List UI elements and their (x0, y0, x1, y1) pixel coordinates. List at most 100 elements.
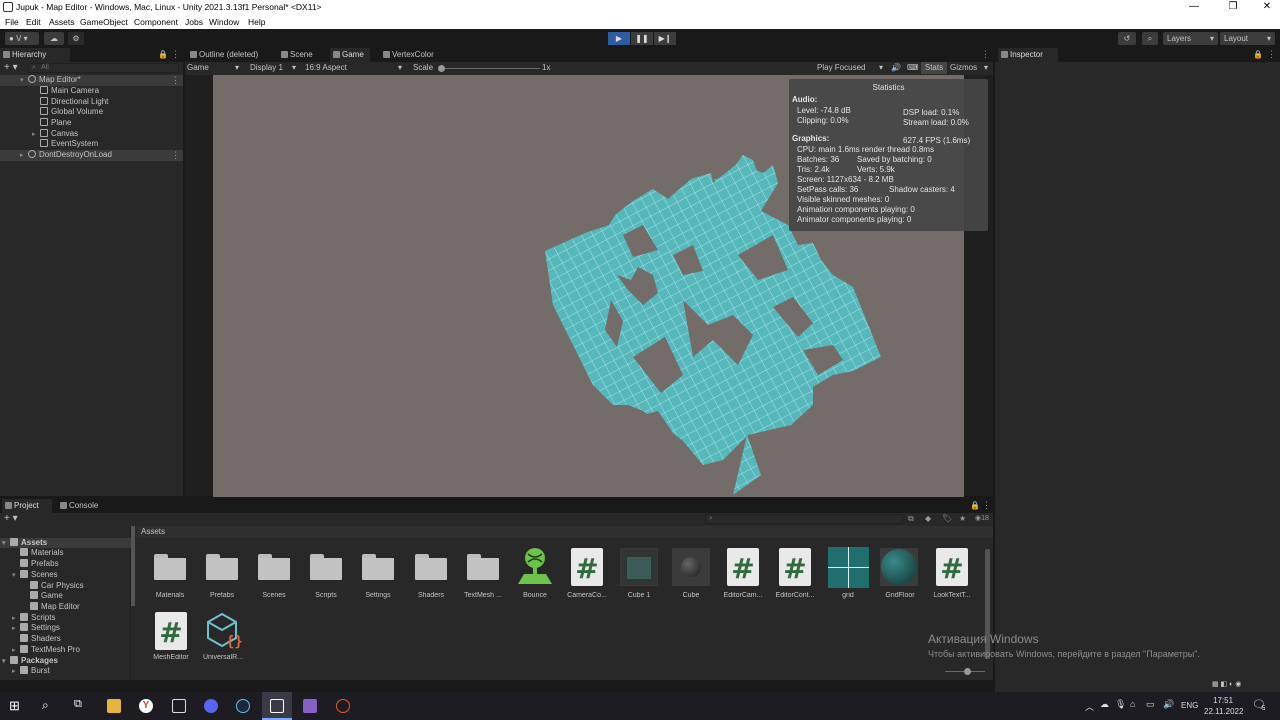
grid-texture-icon[interactable] (828, 547, 869, 588)
render-pipeline-asset-icon[interactable]: {} (204, 610, 246, 650)
menu-dots-icon[interactable]: ⋮ (1267, 49, 1276, 60)
tree-item-car-physics[interactable]: Car Physics (30, 581, 84, 591)
tab-console[interactable]: Console (57, 499, 107, 513)
tab-scene[interactable]: Scene (278, 48, 318, 62)
tag-icon[interactable]: 🏷 (942, 514, 952, 523)
search-icon[interactable]: ⌕ (1142, 32, 1158, 45)
keyboard-icon[interactable]: ⌨ (907, 63, 919, 72)
tab-outline[interactable]: Outline (deleted) (187, 48, 265, 62)
csharp-script-icon[interactable]: # (727, 548, 759, 586)
menu-component[interactable]: Component (134, 17, 178, 27)
hierarchy-item-eventsystem[interactable]: EventSystem (40, 139, 98, 149)
asset-prefabs[interactable] (206, 554, 238, 580)
csharp-script-icon[interactable]: # (779, 548, 811, 586)
expand-arrow-icon[interactable]: ▾ (12, 571, 20, 581)
csharp-script-icon[interactable]: # (936, 548, 968, 586)
tab-hierarchy[interactable]: Hierarchy (0, 48, 70, 62)
play-focused-dropdown[interactable]: Play Focused ▾ (817, 63, 887, 73)
display-dropdown[interactable]: Display 1 ▾ (250, 63, 302, 73)
minimize-icon[interactable]: — (1184, 1, 1204, 12)
tab-game[interactable]: Game (330, 48, 370, 62)
tree-item-assets[interactable]: ▾ Assets (2, 538, 47, 548)
clock-time[interactable]: 17:51 (1213, 696, 1233, 705)
gizmos-dropdown[interactable]: Gizmos ▾ (950, 63, 992, 73)
material-sphere-icon[interactable] (672, 548, 710, 586)
stats-toggle[interactable]: Stats (921, 62, 947, 74)
volume-icon[interactable]: 🔊 (1163, 699, 1174, 710)
hierarchy-item-directional-light[interactable]: Directional Light (40, 97, 108, 107)
lock-icon[interactable]: 🔒 (970, 501, 980, 510)
hierarchy-item-canvas[interactable]: ▸ Canvas (32, 129, 78, 139)
search-by-type-icon[interactable]: ⧉ (908, 514, 914, 524)
asset-settings[interactable] (362, 554, 394, 580)
aspect-dropdown[interactable]: 16:9 Aspect ▾ (305, 63, 405, 73)
menu-dots-icon[interactable]: ⋮ (171, 49, 180, 60)
breadcrumb-assets[interactable]: Assets (141, 527, 165, 536)
hierarchy-item-dontdestroyonload[interactable]: ▸ DontDestroyOnLoad (20, 150, 112, 161)
pause-button[interactable]: ❚❚ (631, 32, 653, 45)
menu-dots-icon[interactable]: ⋮ (981, 49, 990, 60)
microphone-icon[interactable]: 🎙 (1115, 699, 1126, 710)
hierarchy-search-input[interactable]: ⌕ All (28, 63, 179, 73)
tree-item-map-editor[interactable]: Map Editor (30, 602, 80, 612)
restore-icon[interactable]: ❐ (1223, 1, 1243, 12)
asset-shaders[interactable] (415, 554, 447, 580)
unity-hub-icon[interactable] (172, 699, 186, 713)
tree-item-game[interactable]: Game (30, 591, 63, 601)
recorder-icon[interactable] (336, 699, 350, 713)
expand-arrow-icon[interactable]: ▸ (32, 130, 40, 140)
hierarchy-item-main-camera[interactable]: Main Camera (40, 86, 99, 96)
layers-dropdown[interactable]: Layers ▾ (1163, 32, 1218, 45)
menu-file[interactable]: File (5, 17, 19, 27)
menu-dots-icon[interactable]: ⋮ (171, 75, 180, 86)
layout-dropdown[interactable]: Layout ▾ (1220, 32, 1275, 45)
scale-slider-track[interactable] (440, 68, 540, 69)
csharp-script-icon[interactable]: # (155, 612, 187, 650)
add-icon[interactable]: + ▾ (4, 513, 18, 524)
menu-assets[interactable]: Assets (49, 17, 75, 27)
tab-vertexcolor[interactable]: VertexColor (380, 48, 442, 62)
expand-arrow-icon[interactable]: ▾ (2, 657, 10, 667)
search-icon[interactable]: ⌕ (42, 698, 49, 713)
csharp-script-icon[interactable]: # (571, 548, 603, 586)
hierarchy-item-map-editor[interactable]: ▾ Map Editor* (20, 75, 81, 85)
expand-arrow-icon[interactable]: ▸ (20, 151, 28, 161)
tab-inspector[interactable]: Inspector (998, 48, 1058, 62)
steam-icon[interactable] (236, 699, 250, 713)
play-button[interactable]: ▶ (608, 32, 630, 45)
cloud-icon[interactable]: ☁ (44, 32, 64, 45)
close-icon[interactable]: ✕ (1257, 1, 1277, 12)
tree-item-packages[interactable]: ▾ Packages (2, 656, 58, 666)
asset-materials[interactable] (154, 554, 186, 580)
file-explorer-icon[interactable] (107, 699, 121, 713)
hierarchy-item-plane[interactable]: Plane (40, 118, 71, 128)
lock-icon[interactable]: 🔒 (158, 50, 168, 59)
windows-start-icon[interactable]: ⊞ (9, 698, 20, 714)
clock-date[interactable]: 22.11.2022 (1204, 707, 1243, 716)
discord-icon[interactable] (204, 699, 218, 713)
account-button[interactable]: ● V ▾ (5, 32, 39, 45)
add-icon[interactable]: + ▾ (4, 62, 18, 73)
cube-prefab-icon[interactable] (620, 548, 658, 586)
menu-jobs[interactable]: Jobs (185, 17, 203, 27)
visual-studio-icon[interactable] (303, 699, 317, 713)
menu-edit[interactable]: Edit (26, 17, 41, 27)
tree-item-materials[interactable]: Materials (20, 548, 63, 558)
asset-scripts[interactable] (310, 554, 342, 580)
tab-project[interactable]: Project (2, 499, 52, 513)
menu-dots-icon[interactable]: ⋮ (171, 150, 180, 161)
tree-item-prefabs[interactable]: Prefabs (20, 559, 59, 569)
task-view-icon[interactable]: ⧉ (74, 698, 82, 711)
tree-item-shaders[interactable]: Shaders (20, 634, 61, 644)
expand-arrow-icon[interactable]: ▸ (12, 646, 20, 656)
onedrive-icon[interactable]: ☁ (1100, 699, 1109, 710)
unity-editor-taskbar-active[interactable] (262, 692, 292, 720)
search-by-label-icon[interactable]: ◆ (925, 514, 931, 523)
menu-help[interactable]: Help (248, 17, 265, 27)
menu-gameobject[interactable]: GameObject (80, 17, 128, 27)
mute-audio-icon[interactable]: 🔊 (891, 63, 901, 72)
step-button[interactable]: ▶❙ (654, 32, 676, 45)
tree-item-scenes[interactable]: ▾ Scenes (12, 570, 58, 580)
lock-icon[interactable]: 🔒 (1253, 50, 1263, 59)
tree-item-textmesh-pro[interactable]: ▸ TextMesh Pro (12, 645, 80, 655)
